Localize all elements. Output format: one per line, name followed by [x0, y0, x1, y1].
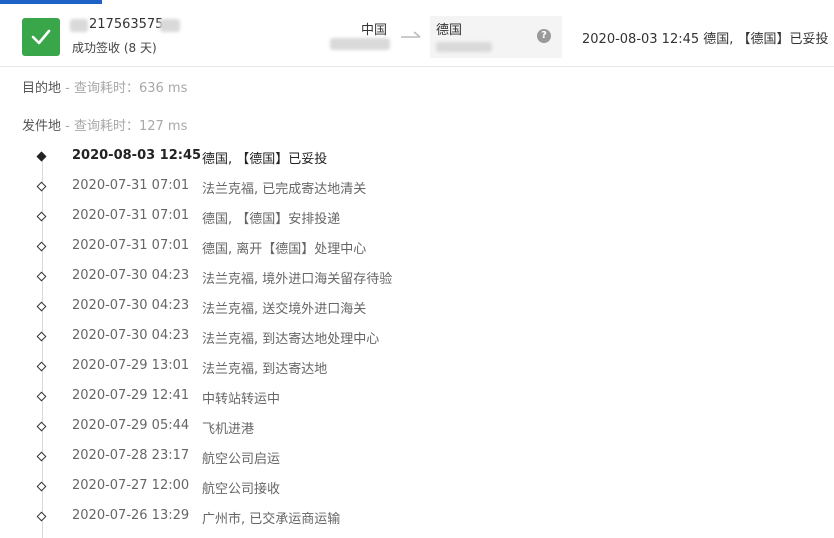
event-time: 2020-07-31 07:01	[72, 238, 190, 253]
route-arrow-icon	[401, 31, 421, 38]
redacted-origin-detail	[330, 38, 390, 50]
diamond-icon	[36, 361, 47, 372]
origin-label: 发件地	[22, 119, 62, 134]
timeline-event: 2020-07-31 07:01 德国, 【德国】安排投递	[0, 202, 834, 232]
origin-query-info: 发件地 - 查询耗时：127 ms	[22, 115, 187, 134]
event-time: 2020-07-30 04:23	[72, 268, 190, 283]
event-time: 2020-07-29 05:44	[72, 418, 190, 433]
diamond-icon	[36, 211, 47, 222]
event-time: 2020-07-28 23:17	[72, 448, 190, 463]
timeline-event: 2020-07-26 13:29 广州市, 已交承运商运输	[0, 502, 834, 532]
timeline-event: 2020-07-29 12:41 中转站转运中	[0, 382, 834, 412]
redacted-suffix	[160, 19, 180, 32]
diamond-icon	[36, 241, 47, 252]
event-description: 航空公司启运	[202, 452, 281, 467]
origin-country: 中国	[361, 23, 388, 38]
diamond-icon	[36, 421, 47, 432]
shipment-summary[interactable]: 217563575 成功签收 (8 天) 中国 德国 ? 2020-08-03 …	[0, 4, 834, 67]
event-time: 2020-07-27 12:00	[72, 478, 190, 493]
tracking-number[interactable]: 217563575	[89, 17, 163, 32]
timeline-event: 2020-07-27 12:00 航空公司接收	[0, 472, 834, 502]
destination-query-time: - 查询耗时：636 ms	[61, 81, 188, 96]
destination-query-info: 目的地 - 查询耗时：636 ms	[22, 77, 187, 96]
timeline-event: 2020-07-30 04:23 法兰克福, 境外进口海关留存待验	[0, 262, 834, 292]
timeline-event: 2020-07-29 05:44 飞机进港	[0, 412, 834, 442]
event-description: 中转站转运中	[202, 392, 281, 407]
event-time: 2020-07-30 04:23	[72, 298, 190, 313]
redacted-prefix	[70, 19, 88, 32]
diamond-icon	[36, 181, 47, 192]
destination-label: 目的地	[22, 81, 62, 96]
event-time: 2020-07-26 13:29	[72, 508, 190, 523]
diamond-icon	[36, 451, 47, 462]
destination-box: 德国 ?	[430, 16, 562, 58]
diamond-icon	[36, 271, 47, 282]
event-time: 2020-08-03 12:45	[72, 148, 202, 163]
destination-country: 德国	[436, 23, 463, 38]
event-description: 航空公司接收	[202, 482, 281, 497]
diamond-icon	[36, 481, 47, 492]
timeline-event: 2020-07-31 07:01 法兰克福, 已完成寄达地清关	[0, 172, 834, 202]
timeline-event: 2020-08-03 12:45 德国, 【德国】已妥投	[0, 142, 834, 172]
help-icon[interactable]: ?	[537, 29, 551, 43]
event-description: 法兰克福, 境外进口海关留存待验	[202, 272, 393, 287]
timeline-event: 2020-07-30 04:23 法兰克福, 到达寄达地处理中心	[0, 322, 834, 352]
event-time: 2020-07-31 07:01	[72, 178, 190, 193]
timeline-event: 2020-07-29 13:01 法兰克福, 到达寄达地	[0, 352, 834, 382]
timeline-event: 2020-07-31 07:01 德国, 离开【德国】处理中心	[0, 232, 834, 262]
timeline-event: 2020-07-28 23:17 航空公司启运	[0, 442, 834, 472]
event-time: 2020-07-31 07:01	[72, 208, 190, 223]
event-description: 法兰克福, 送交境外进口海关	[202, 302, 367, 317]
checkmark-icon	[31, 29, 51, 45]
event-description: 法兰克福, 已完成寄达地清关	[202, 182, 367, 197]
delivered-status-badge	[22, 18, 60, 56]
event-time: 2020-07-29 13:01	[72, 358, 190, 373]
event-description: 德国, 【德国】安排投递	[202, 212, 341, 227]
origin-query-time: - 查询耗时：127 ms	[61, 119, 188, 134]
event-description: 飞机进港	[202, 422, 255, 437]
event-description: 德国, 【德国】已妥投	[202, 152, 328, 167]
diamond-icon	[36, 301, 47, 312]
event-description: 法兰克福, 到达寄达地处理中心	[202, 332, 380, 347]
diamond-icon	[36, 331, 47, 342]
redacted-destination-detail	[436, 42, 492, 52]
delivery-status-text: 成功签收 (8 天)	[72, 41, 157, 55]
event-description: 德国, 离开【德国】处理中心	[202, 242, 367, 257]
diamond-icon	[36, 391, 47, 402]
event-time: 2020-07-29 12:41	[72, 388, 190, 403]
diamond-icon	[36, 511, 47, 522]
timeline-event: 2020-07-30 04:23 法兰克福, 送交境外进口海关	[0, 292, 834, 322]
event-description: 广州市, 已交承运商运输	[202, 512, 341, 527]
event-time: 2020-07-30 04:23	[72, 328, 190, 343]
latest-event-summary: 2020-08-03 12:45 德国, 【德国】已妥投	[582, 32, 829, 47]
event-description: 法兰克福, 到达寄达地	[202, 362, 328, 377]
current-diamond-icon	[36, 151, 47, 162]
